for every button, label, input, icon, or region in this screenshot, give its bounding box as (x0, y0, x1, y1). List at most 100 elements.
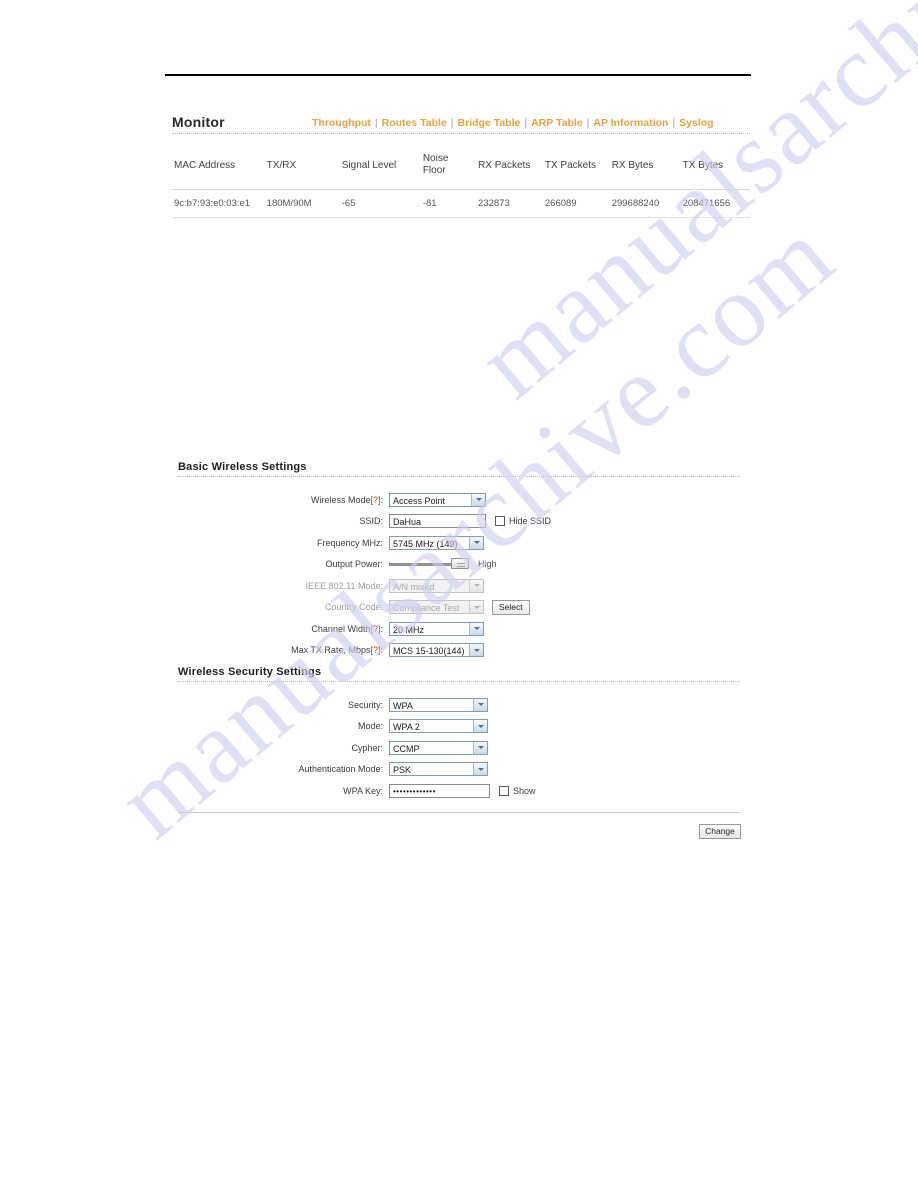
column-header-signal-level: Signal Level (339, 146, 421, 190)
output-power-value: High (478, 559, 497, 570)
nav-separator: | (450, 117, 454, 129)
row-country-code: Country Code: Compliance Test Select (178, 597, 740, 619)
control-output-power: High (389, 558, 497, 570)
frequency-value: 5745 MHz (149) (393, 538, 458, 549)
label-security: Security: (347, 699, 383, 710)
row-authentication-mode: Authentication Mode: PSK (178, 759, 740, 781)
wpa-key-input[interactable]: ••••••••••••• (389, 783, 490, 798)
control-mode: WPA 2 (389, 719, 488, 734)
wireless-mode-select[interactable]: Access Point (389, 492, 486, 507)
show-key-checkbox-wrap[interactable]: Show (499, 785, 536, 796)
chevron-down-icon (473, 720, 487, 733)
security-select[interactable]: WPA (389, 697, 488, 712)
column-header-txrx: TX/RX (264, 146, 340, 190)
label-max-tx-rate-text: Max TX Rate, Mbps (291, 645, 371, 656)
help-icon[interactable]: [?] (370, 645, 380, 655)
output-power-slider[interactable] (389, 558, 469, 570)
chevron-down-icon (473, 698, 487, 711)
control-ssid: DaHua Hide SSID (389, 514, 552, 529)
cell-tx-bytes: 208471656 (680, 189, 750, 218)
row-cypher: Cypher: CCMP (178, 737, 740, 759)
change-button[interactable]: Change (699, 824, 741, 839)
column-header-tx-bytes: TX Bytes (680, 146, 750, 190)
column-header-mac-address: MAC Address (172, 146, 265, 190)
nav-separator: | (586, 117, 590, 129)
control-ieee-mode: A/N mixed (389, 578, 484, 593)
nav-separator: | (524, 117, 528, 129)
column-header-rx-packets: RX Packets (476, 146, 543, 190)
section-title-wireless-security: Wireless Security Settings (178, 666, 322, 678)
nav-link-arp-table[interactable]: ARP Table (531, 117, 583, 129)
nav-separator: | (374, 117, 378, 129)
row-ssid: SSID: DaHua Hide SSID (178, 511, 740, 533)
monitor-nav: Throughput | Routes Table | Bridge Table | ARP… (312, 117, 714, 129)
frequency-select[interactable]: 5745 MHz (149) (389, 535, 484, 550)
hide-ssid-checkbox-wrap[interactable]: Hide SSID (495, 516, 552, 527)
hide-ssid-checkbox[interactable] (495, 516, 505, 527)
show-key-checkbox[interactable] (499, 785, 509, 796)
authentication-mode-value: PSK (393, 765, 412, 776)
label-authentication-mode: Authentication Mode: (298, 764, 383, 775)
channel-width-select[interactable]: 20 MHz (389, 621, 484, 636)
station-table: MAC Address TX/RX Signal Level Noise Flo… (172, 146, 750, 218)
authentication-mode-select[interactable]: PSK (389, 762, 488, 777)
label-output-power: Output Power: (325, 559, 383, 570)
label-ieee-mode: IEEE 802.11 Mode: (305, 580, 383, 591)
wireless-mode-value: Access Point (393, 495, 446, 506)
control-country-code: Compliance Test Select (389, 599, 530, 615)
nav-link-routes-table[interactable]: Routes Table (382, 117, 447, 129)
chevron-down-icon (473, 741, 487, 754)
cell-rx-packets: 232873 (476, 189, 543, 218)
nav-link-ap-information[interactable]: AP Information (593, 117, 668, 129)
row-output-power: Output Power: High (178, 554, 740, 576)
monitor-divider (172, 133, 750, 134)
help-icon[interactable]: [?] (370, 495, 380, 505)
label-country-code: Country Code: (324, 602, 383, 613)
control-max-tx-rate: MCS 15-130(144) (389, 643, 484, 658)
column-header-noise-floor-text: Noise Floor (422, 152, 449, 177)
cypher-select[interactable]: CCMP (389, 740, 488, 755)
cell-signal-level: -65 (339, 189, 421, 218)
column-header-noise-floor: Noise Floor (420, 146, 477, 190)
help-icon[interactable]: [?] (370, 624, 380, 634)
cell-noise-floor: -81 (420, 189, 477, 218)
ssid-input[interactable]: DaHua (389, 514, 486, 529)
slider-handle[interactable] (451, 558, 469, 570)
label-frequency: Frequency MHz: (316, 537, 383, 548)
control-wireless-mode: Access Point (389, 492, 486, 507)
cell-rx-bytes: 299688240 (609, 189, 681, 218)
control-channel-width: 20 MHz (389, 621, 484, 636)
control-authentication-mode: PSK (389, 762, 488, 777)
country-code-value: Compliance Test (393, 603, 460, 614)
nav-link-throughput[interactable]: Throughput (312, 117, 371, 129)
ieee-mode-value: A/N mixed (393, 581, 435, 592)
select-country-button[interactable]: Select (492, 599, 530, 615)
chevron-down-icon (469, 644, 483, 657)
mode-value: WPA 2 (393, 722, 420, 733)
row-wireless-mode: Wireless Mode[?]: Access Point (178, 489, 740, 511)
chevron-down-icon (469, 622, 483, 635)
column-header-rx-bytes: RX Bytes (609, 146, 681, 190)
label-mode: Mode: (357, 721, 383, 732)
mode-select[interactable]: WPA 2 (389, 719, 488, 734)
control-cypher: CCMP (389, 740, 488, 755)
cypher-value: CCMP (393, 743, 420, 754)
nav-link-bridge-table[interactable]: Bridge Table (458, 117, 521, 129)
section-divider-security (178, 681, 740, 682)
ieee-mode-select: A/N mixed (389, 578, 484, 593)
label-cypher: Cypher: (351, 742, 383, 753)
chevron-down-icon (469, 579, 483, 592)
row-frequency: Frequency MHz: 5745 MHz (149) (178, 532, 740, 554)
label-channel-width: Channel Width[?]: (311, 623, 383, 634)
nav-link-syslog[interactable]: Syslog (679, 117, 713, 129)
chevron-down-icon (473, 763, 487, 776)
country-code-select: Compliance Test (389, 600, 484, 615)
wireless-security-form: Security: WPA Mode: WPA 2 Cypher: CCMP A… (178, 694, 740, 802)
label-channel-width-text: Channel Width (311, 623, 371, 634)
chevron-down-icon (471, 493, 485, 506)
hide-ssid-label: Hide SSID (509, 516, 552, 527)
max-tx-rate-select[interactable]: MCS 15-130(144) (389, 643, 484, 658)
table-header-row: MAC Address TX/RX Signal Level Noise Flo… (172, 146, 750, 190)
section-divider-basic (178, 476, 740, 477)
section-title-basic-wireless: Basic Wireless Settings (178, 461, 307, 473)
